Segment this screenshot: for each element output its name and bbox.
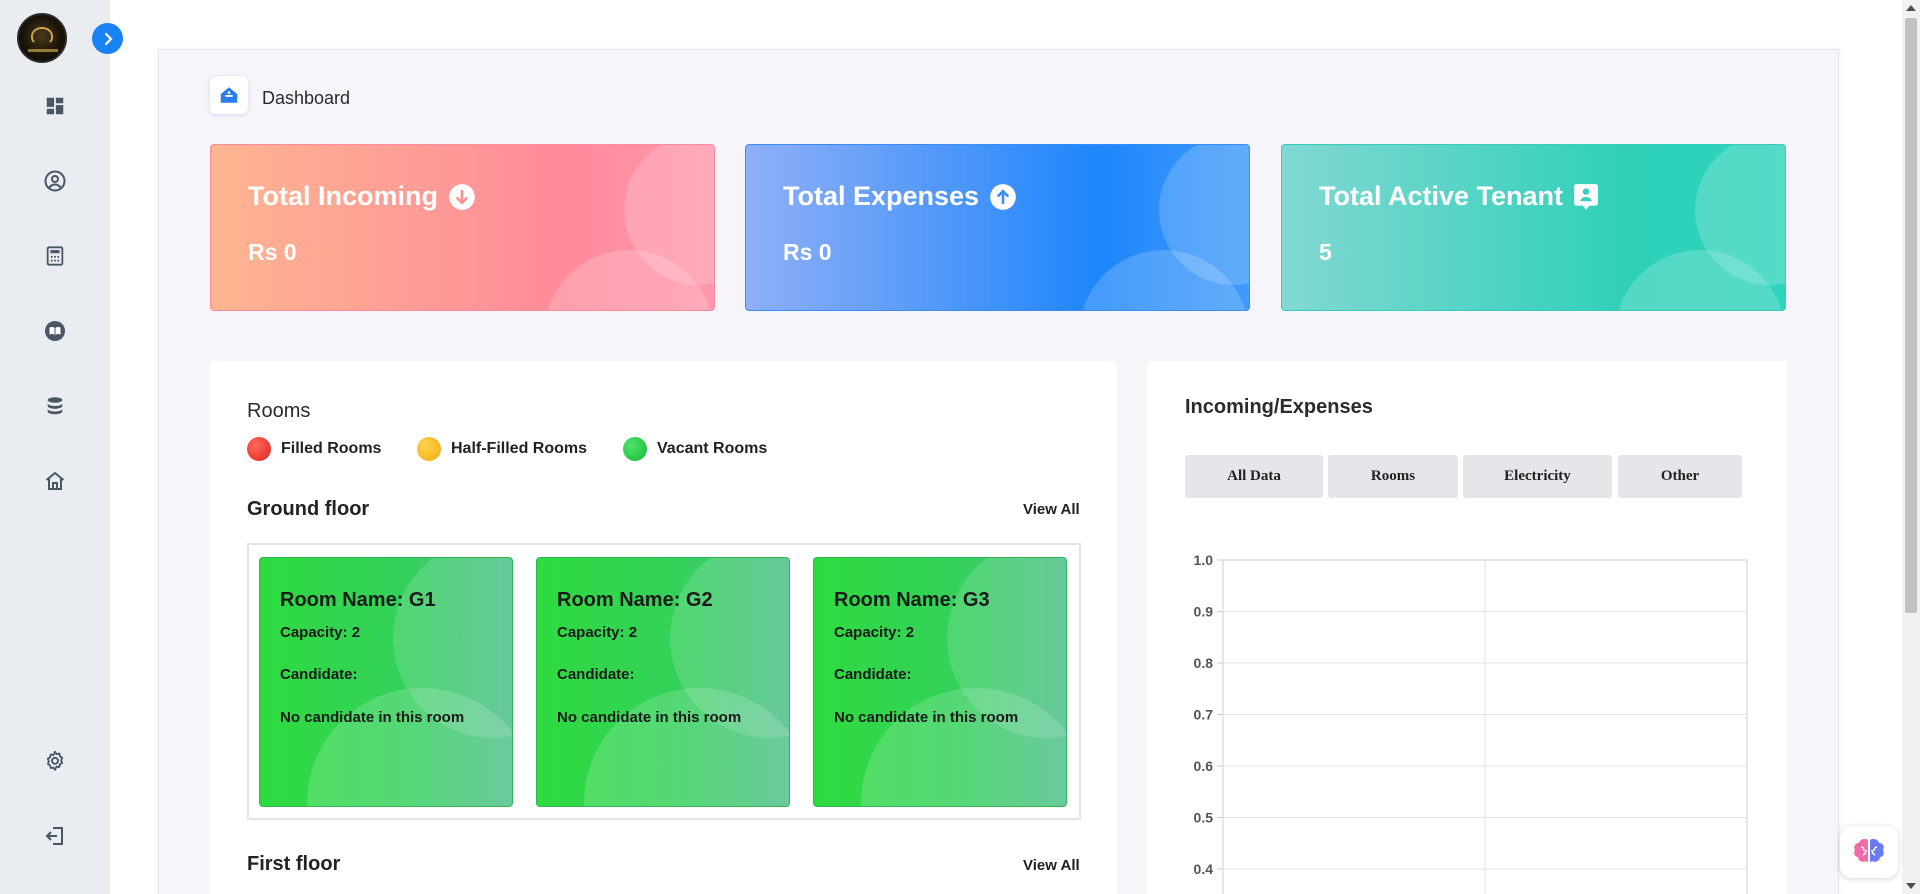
room-status: No candidate in this room <box>557 709 742 726</box>
brain-icon <box>1854 839 1884 862</box>
room-card-g2[interactable]: Room Name: G2 Capacity: 2 Candidate: No … <box>536 557 790 807</box>
legend-dot <box>417 437 441 461</box>
stat-value: Rs 0 <box>783 239 832 265</box>
legend-vacant-rooms: Vacant Rooms <box>623 437 767 461</box>
room-candidate-label: Candidate: <box>557 666 635 683</box>
room-capacity: Capacity: 2 <box>280 624 361 641</box>
view-all-link[interactable]: View All <box>1023 501 1080 518</box>
room-capacity: Capacity: 2 <box>834 624 915 641</box>
chart-y-tick-label: 0.6 <box>1194 758 1214 774</box>
chevron-right-icon <box>104 32 113 45</box>
rooms-title: Rooms <box>247 400 311 422</box>
arrow-up-circle-icon <box>990 183 1016 210</box>
dashboard-icon[interactable] <box>40 91 70 121</box>
stat-title: Total Active Tenant <box>1319 181 1564 211</box>
contact-badge-icon <box>1574 183 1598 210</box>
chart-y-tick-label: 0.7 <box>1194 707 1214 723</box>
stat-card-total-incoming: Total Incoming Rs 0 <box>210 144 715 311</box>
floor-title: First floor <box>247 853 341 875</box>
tab-all-data[interactable]: All Data <box>1185 455 1323 498</box>
legend-filled-rooms: Filled Rooms <box>247 437 381 461</box>
home-badge-icon <box>210 76 248 114</box>
logo-mark <box>31 27 53 45</box>
tab-electricity[interactable]: Electricity <box>1463 455 1612 498</box>
tab-rooms[interactable]: Rooms <box>1328 455 1458 498</box>
incoming-expenses-chart: 1.0 0.9 0.8 0.7 0.6 0.5 0.4 <box>1194 552 1748 894</box>
chart-y-tick-label: 0.8 <box>1194 655 1214 671</box>
sidebar <box>0 0 110 894</box>
user-circle-icon[interactable] <box>40 166 70 196</box>
room-name: Room Name: G3 <box>834 589 990 611</box>
incoming-expenses-title: Incoming/Expenses <box>1185 396 1373 418</box>
legend-dot <box>247 437 271 461</box>
stat-value: Rs 0 <box>248 239 297 265</box>
logout-icon[interactable] <box>40 821 70 851</box>
book-icon[interactable] <box>40 316 70 346</box>
logo-wordmark <box>28 49 58 52</box>
view-all-link[interactable]: View All <box>1023 857 1080 874</box>
assistant-button[interactable] <box>1840 826 1898 878</box>
room-capacity: Capacity: 2 <box>557 624 638 641</box>
legend-label: Filled Rooms <box>281 440 382 457</box>
room-name: Room Name: G1 <box>280 589 436 611</box>
sidebar-toggle-button[interactable] <box>92 23 123 54</box>
legend-label: Half-Filled Rooms <box>451 440 588 457</box>
scroll-down-arrow-icon[interactable] <box>1906 883 1916 889</box>
stat-card-total-active-tenant: Total Active Tenant 5 <box>1281 144 1786 311</box>
room-card-g3[interactable]: Room Name: G3 Capacity: 2 Candidate: No … <box>813 557 1067 807</box>
page-scrollbar[interactable] <box>1902 0 1920 894</box>
room-candidate-label: Candidate: <box>280 666 358 683</box>
legend-label: Vacant Rooms <box>657 440 768 457</box>
arrow-down-circle-icon <box>449 183 475 210</box>
stat-title: Total Incoming <box>248 181 438 211</box>
floor-title: Ground floor <box>247 498 370 520</box>
chart-y-tick-label: 1.0 <box>1194 552 1214 568</box>
stat-value: 5 <box>1319 239 1332 265</box>
room-status: No candidate in this room <box>280 709 465 726</box>
scroll-thumb[interactable] <box>1905 18 1917 613</box>
room-candidate-label: Candidate: <box>834 666 912 683</box>
room-name: Room Name: G2 <box>557 589 713 611</box>
chart-y-tick-label: 0.5 <box>1194 810 1214 826</box>
room-status: No candidate in this room <box>834 709 1019 726</box>
brand-logo[interactable] <box>17 13 67 63</box>
page-title: Dashboard <box>262 88 351 108</box>
legend-dot <box>623 437 647 461</box>
stat-title: Total Expenses <box>783 181 980 211</box>
tab-other[interactable]: Other <box>1618 455 1742 498</box>
gear-icon[interactable] <box>40 746 70 776</box>
home-icon[interactable] <box>40 466 70 496</box>
chart-y-tick-label: 0.9 <box>1194 604 1214 620</box>
stat-card-total-expenses: Total Expenses Rs 0 <box>745 144 1250 311</box>
legend-half-filled-rooms: Half-Filled Rooms <box>417 437 587 461</box>
chart-y-tick-label: 0.4 <box>1194 861 1214 877</box>
room-card-g1[interactable]: Room Name: G1 Capacity: 2 Candidate: No … <box>259 557 513 807</box>
scroll-up-arrow-icon[interactable] <box>1906 5 1916 11</box>
calculator-icon[interactable] <box>40 241 70 271</box>
database-icon[interactable] <box>40 391 70 421</box>
